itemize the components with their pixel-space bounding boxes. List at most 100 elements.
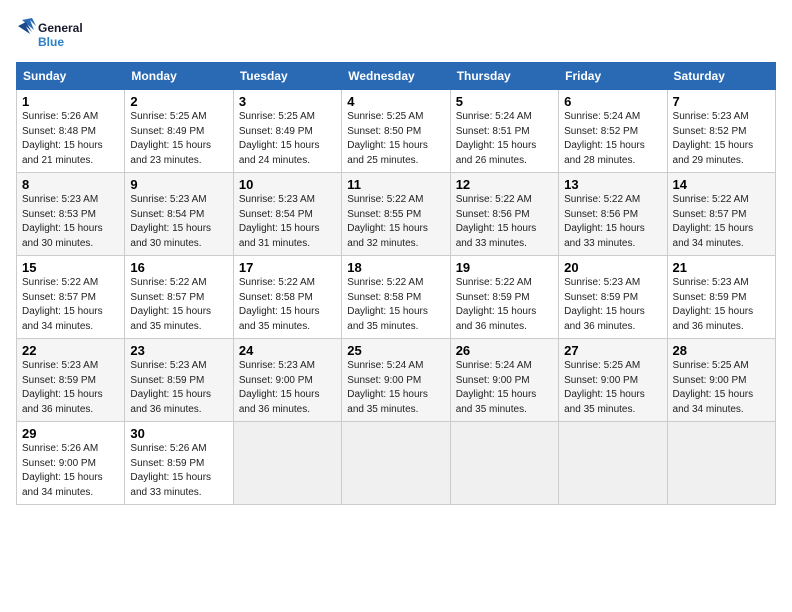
logo-svg: General Blue (16, 16, 106, 54)
cell-info: Sunrise: 5:22 AM Sunset: 8:55 PM Dayligh… (347, 193, 444, 251)
calendar-cell: 9Sunrise: 5:23 AM Sunset: 8:54 PM Daylig… (125, 173, 233, 256)
day-number: 11 (347, 177, 444, 192)
svg-text:Blue: Blue (38, 35, 64, 49)
calendar-cell: 3Sunrise: 5:25 AM Sunset: 8:49 PM Daylig… (233, 90, 341, 173)
calendar-cell: 28Sunrise: 5:25 AM Sunset: 9:00 PM Dayli… (667, 339, 775, 422)
calendar-week-4: 22 Sunrise: 5:23 AM Sunset: 8:59 PM Dayli… (17, 339, 776, 422)
calendar-cell (233, 422, 341, 505)
cell-info: Sunrise: 5:23 AM Sunset: 8:59 PM Dayligh… (673, 276, 770, 334)
calendar-cell: 1Sunrise: 5:26 AM Sunset: 8:48 PM Daylig… (17, 90, 125, 173)
calendar-cell: 11Sunrise: 5:22 AM Sunset: 8:55 PM Dayli… (342, 173, 450, 256)
calendar-cell: 14Sunrise: 5:22 AM Sunset: 8:57 PM Dayli… (667, 173, 775, 256)
cell-info: Sunrise: 5:22 AM Sunset: 8:56 PM Dayligh… (456, 193, 553, 251)
cell-info: Sunrise: 5:26 AM Sunset: 9:00 PM Dayligh… (22, 442, 119, 500)
day-number: 2 (130, 94, 227, 109)
cell-info: Sunrise: 5:22 AM Sunset: 8:57 PM Dayligh… (22, 276, 119, 334)
day-number: 21 (673, 260, 770, 275)
cell-info: Sunrise: 5:25 AM Sunset: 9:00 PM Dayligh… (673, 359, 770, 417)
day-number: 17 (239, 260, 336, 275)
calendar-cell: 29Sunrise: 5:26 AM Sunset: 9:00 PM Dayli… (17, 422, 125, 505)
column-header-wednesday: Wednesday (342, 63, 450, 90)
day-number: 4 (347, 94, 444, 109)
cell-info: Sunrise: 5:22 AM Sunset: 8:58 PM Dayligh… (239, 276, 336, 334)
day-number: 8 (22, 177, 119, 192)
calendar-cell: 18Sunrise: 5:22 AM Sunset: 8:58 PM Dayli… (342, 256, 450, 339)
day-number: 28 (673, 343, 770, 358)
cell-info: Sunrise: 5:22 AM Sunset: 8:58 PM Dayligh… (347, 276, 444, 334)
calendar-cell (667, 422, 775, 505)
day-number: 26 (456, 343, 553, 358)
day-number: 5 (456, 94, 553, 109)
day-number: 23 (130, 343, 227, 358)
calendar-cell: 7Sunrise: 5:23 AM Sunset: 8:52 PM Daylig… (667, 90, 775, 173)
logo: General Blue (16, 16, 106, 54)
column-header-friday: Friday (559, 63, 667, 90)
day-number: 14 (673, 177, 770, 192)
calendar-cell: 24Sunrise: 5:23 AM Sunset: 9:00 PM Dayli… (233, 339, 341, 422)
day-number: 3 (239, 94, 336, 109)
cell-info: Sunrise: 5:23 AM Sunset: 8:54 PM Dayligh… (239, 193, 336, 251)
day-number: 13 (564, 177, 661, 192)
calendar-week-3: 15Sunrise: 5:22 AM Sunset: 8:57 PM Dayli… (17, 256, 776, 339)
calendar-cell (450, 422, 558, 505)
column-header-sunday: Sunday (17, 63, 125, 90)
calendar-header-row: SundayMondayTuesdayWednesdayThursdayFrid… (17, 63, 776, 90)
day-number: 22 (22, 343, 119, 358)
cell-info: Sunrise: 5:23 AM Sunset: 9:00 PM Dayligh… (239, 359, 336, 417)
day-number: 19 (456, 260, 553, 275)
day-number: 9 (130, 177, 227, 192)
day-number: 24 (239, 343, 336, 358)
cell-info: Sunrise: 5:23 AM Sunset: 8:59 PM Dayligh… (130, 359, 227, 417)
day-number: 20 (564, 260, 661, 275)
day-number: 10 (239, 177, 336, 192)
cell-info: Sunrise: 5:23 AM Sunset: 8:53 PM Dayligh… (22, 193, 119, 251)
day-number: 7 (673, 94, 770, 109)
cell-info: Sunrise: 5:25 AM Sunset: 8:49 PM Dayligh… (130, 110, 227, 168)
cell-info: Sunrise: 5:24 AM Sunset: 9:00 PM Dayligh… (456, 359, 553, 417)
calendar-cell: 26Sunrise: 5:24 AM Sunset: 9:00 PM Dayli… (450, 339, 558, 422)
calendar-cell: 23Sunrise: 5:23 AM Sunset: 8:59 PM Dayli… (125, 339, 233, 422)
calendar-cell: 15Sunrise: 5:22 AM Sunset: 8:57 PM Dayli… (17, 256, 125, 339)
day-number: 15 (22, 260, 119, 275)
cell-info: Sunrise: 5:23 AM Sunset: 8:54 PM Dayligh… (130, 193, 227, 251)
calendar-cell: 22Sunrise: 5:23 AM Sunset: 8:59 PM Dayli… (17, 339, 125, 422)
calendar-cell: 21Sunrise: 5:23 AM Sunset: 8:59 PM Dayli… (667, 256, 775, 339)
calendar-cell: 5Sunrise: 5:24 AM Sunset: 8:51 PM Daylig… (450, 90, 558, 173)
calendar-cell (342, 422, 450, 505)
cell-info: Sunrise: 5:25 AM Sunset: 8:50 PM Dayligh… (347, 110, 444, 168)
column-header-saturday: Saturday (667, 63, 775, 90)
cell-info: Sunrise: 5:25 AM Sunset: 8:49 PM Dayligh… (239, 110, 336, 168)
cell-info: Sunrise: 5:26 AM Sunset: 8:59 PM Dayligh… (130, 442, 227, 500)
calendar-week-2: 8Sunrise: 5:23 AM Sunset: 8:53 PM Daylig… (17, 173, 776, 256)
calendar-cell: 30Sunrise: 5:26 AM Sunset: 8:59 PM Dayli… (125, 422, 233, 505)
calendar-cell: 4Sunrise: 5:25 AM Sunset: 8:50 PM Daylig… (342, 90, 450, 173)
day-number: 6 (564, 94, 661, 109)
cell-info: Sunrise: 5:22 AM Sunset: 8:57 PM Dayligh… (673, 193, 770, 251)
calendar-cell: 6Sunrise: 5:24 AM Sunset: 8:52 PM Daylig… (559, 90, 667, 173)
day-number: 30 (130, 426, 227, 441)
column-header-monday: Monday (125, 63, 233, 90)
svg-text:General: General (38, 21, 83, 35)
day-number: 29 (22, 426, 119, 441)
calendar-cell: 2Sunrise: 5:25 AM Sunset: 8:49 PM Daylig… (125, 90, 233, 173)
calendar-cell: 27Sunrise: 5:25 AM Sunset: 9:00 PM Dayli… (559, 339, 667, 422)
day-number: 1 (22, 94, 119, 109)
calendar-body: 1Sunrise: 5:26 AM Sunset: 8:48 PM Daylig… (17, 90, 776, 505)
calendar-table: SundayMondayTuesdayWednesdayThursdayFrid… (16, 62, 776, 505)
day-number: 25 (347, 343, 444, 358)
page-header: General Blue (16, 16, 776, 54)
cell-info: Sunrise: 5:25 AM Sunset: 9:00 PM Dayligh… (564, 359, 661, 417)
calendar-cell: 19Sunrise: 5:22 AM Sunset: 8:59 PM Dayli… (450, 256, 558, 339)
calendar-cell: 12Sunrise: 5:22 AM Sunset: 8:56 PM Dayli… (450, 173, 558, 256)
cell-info: Sunrise: 5:26 AM Sunset: 8:48 PM Dayligh… (22, 110, 119, 168)
cell-info: Sunrise: 5:24 AM Sunset: 9:00 PM Dayligh… (347, 359, 444, 417)
calendar-cell: 8Sunrise: 5:23 AM Sunset: 8:53 PM Daylig… (17, 173, 125, 256)
column-header-tuesday: Tuesday (233, 63, 341, 90)
cell-info: Sunrise: 5:22 AM Sunset: 8:59 PM Dayligh… (456, 276, 553, 334)
calendar-cell: 10Sunrise: 5:23 AM Sunset: 8:54 PM Dayli… (233, 173, 341, 256)
day-number: 12 (456, 177, 553, 192)
cell-info: Sunrise: 5:23 AM Sunset: 8:59 PM Dayligh… (564, 276, 661, 334)
day-number: 18 (347, 260, 444, 275)
calendar-cell: 20Sunrise: 5:23 AM Sunset: 8:59 PM Dayli… (559, 256, 667, 339)
calendar-week-5: 29Sunrise: 5:26 AM Sunset: 9:00 PM Dayli… (17, 422, 776, 505)
